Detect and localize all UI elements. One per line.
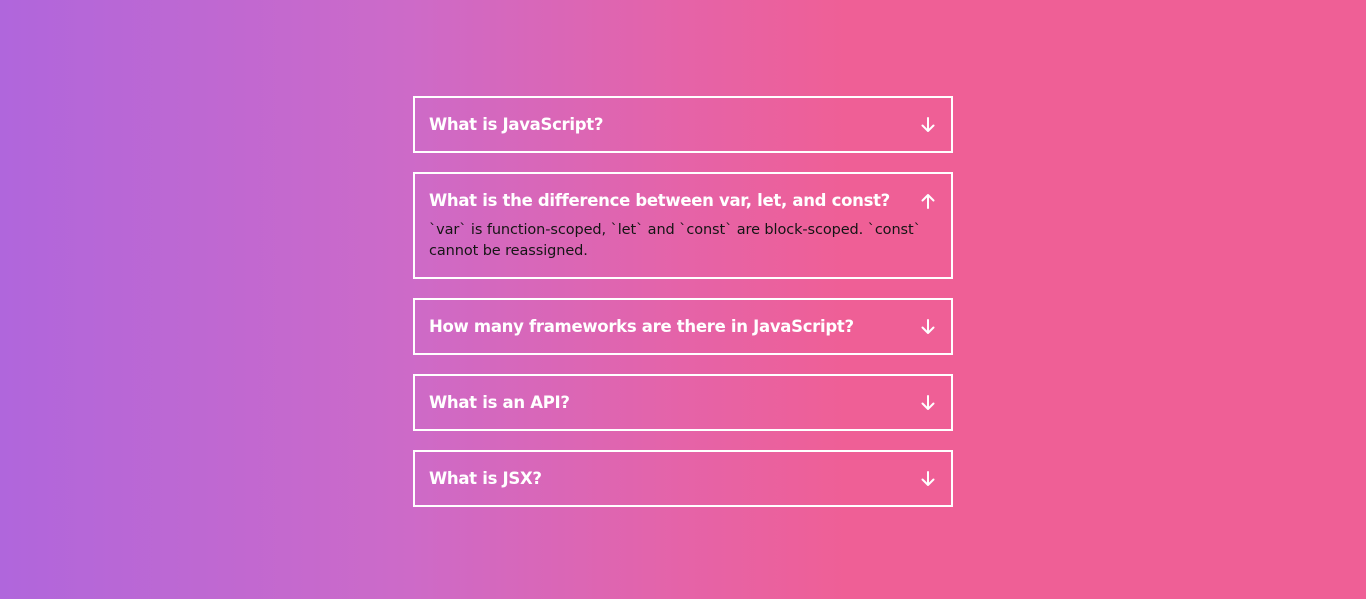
faq-item[interactable]: What is JavaScript? xyxy=(413,96,953,153)
arrow-up-icon[interactable] xyxy=(919,192,937,210)
faq-item[interactable]: How many frameworks are there in JavaScr… xyxy=(413,298,953,355)
faq-item-header[interactable]: What is an API? xyxy=(429,376,937,429)
faq-list: What is JavaScript? What is the differen… xyxy=(413,96,953,526)
arrow-down-icon[interactable] xyxy=(919,394,937,412)
faq-question: What is JavaScript? xyxy=(429,115,604,134)
faq-item-header[interactable]: How many frameworks are there in JavaScr… xyxy=(429,300,937,353)
faq-question: What is an API? xyxy=(429,393,570,412)
arrow-down-icon[interactable] xyxy=(919,318,937,336)
faq-item[interactable]: What is an API? xyxy=(413,374,953,431)
faq-item[interactable]: What is JSX? xyxy=(413,450,953,507)
faq-item-header[interactable]: What is JSX? xyxy=(429,452,937,505)
faq-question: What is the difference between var, let,… xyxy=(429,191,890,210)
faq-item-expanded[interactable]: What is the difference between var, let,… xyxy=(413,172,953,279)
faq-question: What is JSX? xyxy=(429,469,542,488)
arrow-down-icon[interactable] xyxy=(919,470,937,488)
faq-item-header[interactable]: What is JavaScript? xyxy=(429,98,937,151)
faq-question: How many frameworks are there in JavaScr… xyxy=(429,317,854,336)
arrow-down-icon[interactable] xyxy=(919,116,937,134)
faq-answer: `var` is function-scoped, `let` and `con… xyxy=(429,222,921,259)
